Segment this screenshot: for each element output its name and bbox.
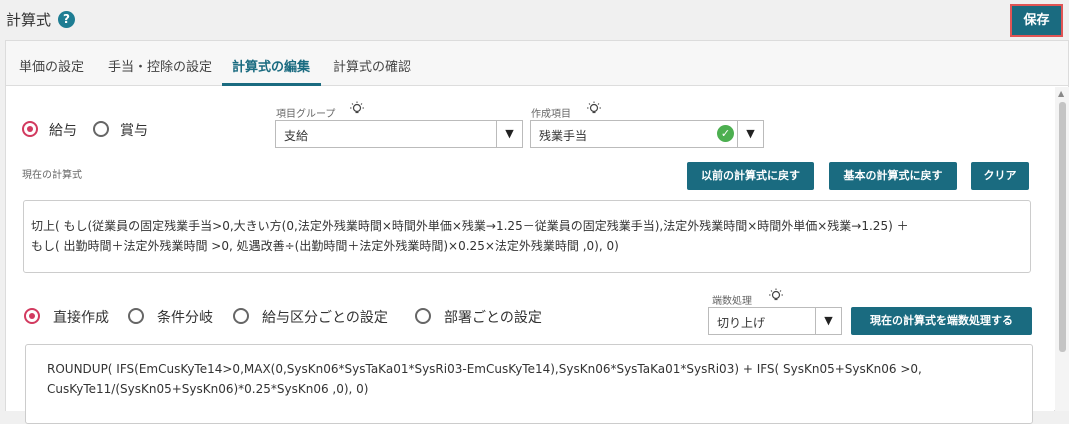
raw-formula-line-2: CusKyTe11/(SysKn05+SysKn06)*0.25*SysKn06… [47,382,369,396]
page-title: 計算式 [6,11,52,29]
top-bar: 計算式 ? 保存 [0,0,1069,40]
created-item-value: 残業手当 [539,129,588,143]
item-group-label: 項目グループ [276,109,336,120]
radio-salary-label: 給与 [49,123,77,139]
radio-by-department-label: 部署ごとの設定 [444,310,542,326]
check-icon: ✓ [717,125,734,142]
revert-previous-button[interactable]: 以前の計算式に戻す [687,162,814,190]
editor-panel: 単価の設定 手当・控除の設定 計算式の編集 計算式の確認 給与 賞与 項目グルー… [5,40,1069,424]
item-group-value: 支給 [284,129,309,143]
created-item-select[interactable]: 残業手当 ✓ ▼ [530,120,764,148]
radio-by-pay-class-label: 給与区分ごとの設定 [262,310,388,326]
lightbulb-icon[interactable] [586,101,602,120]
active-tab-indicator [222,83,321,86]
current-formula-label: 現在の計算式 [22,170,82,181]
current-formula-line-1: 切上( もし(従業員の固定残業手当>0,大きい方(0,法定外残業時間×時間外単価… [31,219,909,233]
radio-bonus[interactable] [93,121,109,137]
dropdown-arrow-icon: ▼ [496,121,522,147]
revert-basic-button[interactable]: 基本の計算式に戻す [829,162,957,190]
tab-bar: 単価の設定 手当・控除の設定 計算式の編集 計算式の確認 [6,41,1068,86]
item-group-select[interactable]: 支給 ▼ [275,120,523,148]
scrollbar-thumb[interactable] [1059,102,1066,352]
save-button[interactable]: 保存 [1010,4,1063,37]
created-item-label: 作成項目 [531,109,571,120]
clear-button[interactable]: クリア [971,162,1029,190]
current-formula-box[interactable]: 切上( もし(従業員の固定残業手当>0,大きい方(0,法定外残業時間×時間外単価… [23,200,1031,273]
radio-conditional-label: 条件分岐 [157,310,213,326]
radio-by-pay-class[interactable] [233,308,249,324]
editor-content: 給与 賞与 項目グループ 支給 ▼ 作成項目 残業手当 ✓ ▼ 現在の計算式 以… [6,87,1054,424]
radio-conditional[interactable] [128,308,144,324]
tab-formula-confirm[interactable]: 計算式の確認 [333,56,411,75]
radio-direct-create[interactable] [24,308,40,324]
raw-formula-line-1: ROUNDUP( IFS(EmCusKyTe14>0,MAX(0,SysKn06… [47,362,922,376]
current-formula-line-2: もし( 出勤時間＋法定外残業時間 >0, 処遇改善÷(出勤時間＋法定外残業時間)… [31,239,619,253]
apply-rounding-button[interactable]: 現在の計算式を端数処理する [851,307,1032,335]
radio-bonus-label: 賞与 [120,123,148,139]
radio-salary[interactable] [22,121,38,137]
dropdown-arrow-icon: ▼ [737,121,763,147]
rounding-label: 端数処理 [712,296,752,307]
rounding-select[interactable]: 切り上げ ▼ [708,307,842,335]
lightbulb-icon[interactable] [768,288,784,307]
vertical-scrollbar[interactable]: ▲ [1055,87,1069,411]
radio-direct-create-label: 直接作成 [53,310,109,326]
radio-by-department[interactable] [415,308,431,324]
tab-unit-price[interactable]: 単価の設定 [19,56,84,75]
tab-formula-edit[interactable]: 計算式の編集 [232,56,310,75]
scroll-up-icon[interactable]: ▲ [1058,89,1064,98]
tab-allowance-deduction[interactable]: 手当・控除の設定 [108,56,212,75]
raw-formula-box[interactable]: ROUNDUP( IFS(EmCusKyTe14>0,MAX(0,SysKn06… [25,344,1033,424]
rounding-value: 切り上げ [717,316,766,330]
dropdown-arrow-icon: ▼ [815,308,841,334]
lightbulb-icon[interactable] [349,101,365,120]
help-icon[interactable]: ? [58,11,75,28]
